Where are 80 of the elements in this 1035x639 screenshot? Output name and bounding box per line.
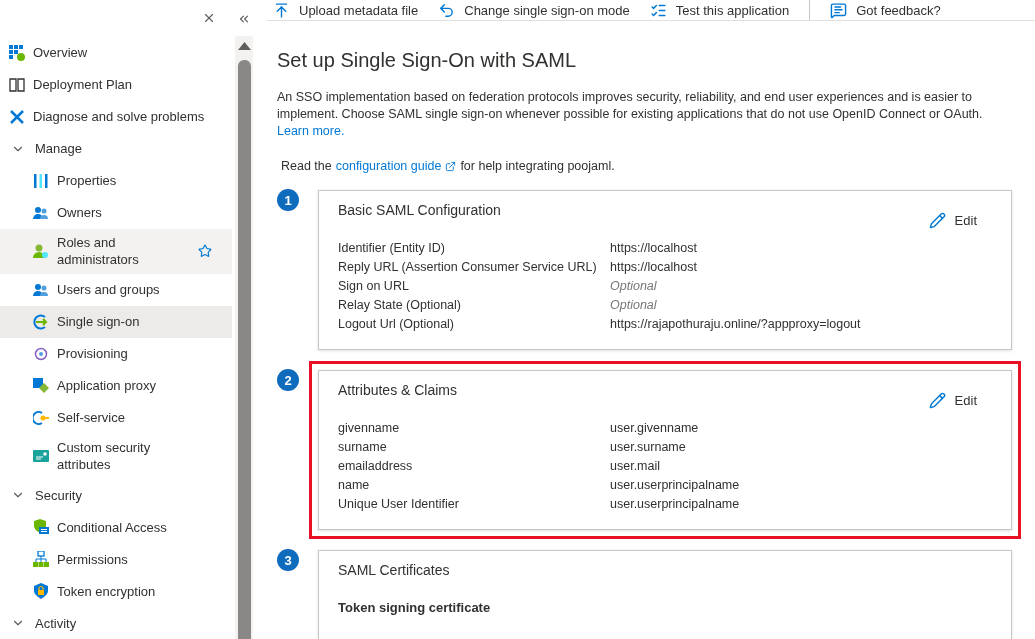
nav-item[interactable]: Overview [0,36,232,69]
field-value: https://localhost [610,259,698,276]
value-field: Optional [610,297,992,314]
nav-group[interactable]: Security [0,479,232,511]
field-label: Reply URL (Assertion Consumer Service URL) [338,259,598,276]
pencil-icon [928,392,946,409]
undo-icon [438,1,456,19]
nav-item[interactable]: Provisioning [0,337,232,370]
nav-group[interactable]: Manage [0,132,232,165]
value-field: Optional [610,278,992,295]
nav-item[interactable]: Conditional Access [0,511,232,543]
toolbar-button[interactable]: Got feedback? [830,1,941,19]
book-icon [9,76,25,93]
card-subtitle: Token signing certificate [338,600,492,615]
bars-icon [33,172,49,189]
toolbar-button[interactable]: Upload metadata file [273,1,419,19]
nav-item[interactable]: Properties [0,164,232,197]
field-value: https://rajapothuraju.online/?appproxy=logout [610,316,862,333]
hierarchy-icon [33,551,49,567]
field-value: https://localhost [610,240,698,257]
field-value: user.userprincipalname [610,477,741,494]
collapse-button[interactable] [237,12,251,26]
nav-item[interactable]: Permissions [0,543,232,575]
toolbar-button[interactable]: Test this application [649,1,790,19]
toolbar-button[interactable]: Change single sign-on mode [438,1,630,19]
guide-link[interactable]: configuration guide [335,159,442,173]
pencil-icon [928,212,946,229]
upload-icon [273,1,290,19]
user-icon [33,243,49,260]
nav-item[interactable]: Diagnose and solve problems [0,100,232,133]
field-label: Unique User Identifier [338,496,460,513]
learn-more-link[interactable]: Learn more. [277,124,345,138]
intro-text: An SSO implementation based on federation protocols improves security, reliability, and end user experiences and is easier to implement. Choose SAML single sign-on whenever possible for existing applications that do not use OpenID Connect or OAuth. Learn more. [277,89,984,140]
feedback-icon [830,1,848,19]
field-label: Relay State (Optional) [338,297,462,314]
nav-item[interactable]: Self-service [0,401,232,434]
step-number: 2 [277,369,299,391]
grid-icon [9,44,25,61]
nav-item[interactable]: Owners [0,196,232,229]
field-value: user.surname [610,439,687,456]
key-icon [33,409,49,426]
scrollbar[interactable] [235,36,253,639]
edit-button[interactable]: Edit [922,391,983,410]
guide-text: Read the [281,159,332,173]
tag-icon [33,448,49,465]
nav-item[interactable]: Deployment Plan [0,68,232,101]
field-value: user.givenname [610,420,700,437]
nav-item[interactable]: Users and groups [0,273,232,306]
field-label: name [338,477,371,494]
nav-item[interactable]: Roles and administrators [0,228,232,274]
field-label: surname [338,439,388,456]
users-icon [33,204,49,221]
lock-shield-icon [33,583,49,599]
nav-item[interactable]: Custom security attributes [0,433,232,479]
users-icon [33,281,49,298]
nav-item[interactable]: Token encryption [0,575,232,607]
guide-text: for help integrating poojaml. [460,159,615,173]
field-value: user.userprincipalname [610,496,741,513]
field-label: Sign on URL [338,278,410,295]
card-title: Basic SAML Configuration [338,202,502,218]
card-title: Attributes & Claims [338,382,459,398]
nav-item[interactable]: Single sign-on [0,305,232,338]
external-link-icon [445,160,457,172]
field-label: emailaddress [338,458,414,475]
field-label: Identifier (Entity ID) [338,240,446,257]
field-label: givenname [338,420,401,437]
shield-icon [33,519,49,535]
nav-group[interactable]: Activity [0,607,232,639]
step-number: 1 [277,189,299,211]
field-value: user.mail [610,458,662,475]
star-icon[interactable] [198,244,212,259]
page-title: Set up Single Sign-On with SAML [277,49,578,72]
edit-button[interactable]: Edit [922,211,983,230]
sign-in-icon [33,313,49,330]
step-number: 3 [277,549,299,571]
scroll-thumb[interactable] [237,60,251,639]
field-label: Logout Url (Optional) [338,316,456,333]
scroll-up-icon[interactable] [237,42,251,50]
nav-item[interactable]: Application proxy [0,369,232,402]
card-title: SAML Certificates [338,562,451,578]
